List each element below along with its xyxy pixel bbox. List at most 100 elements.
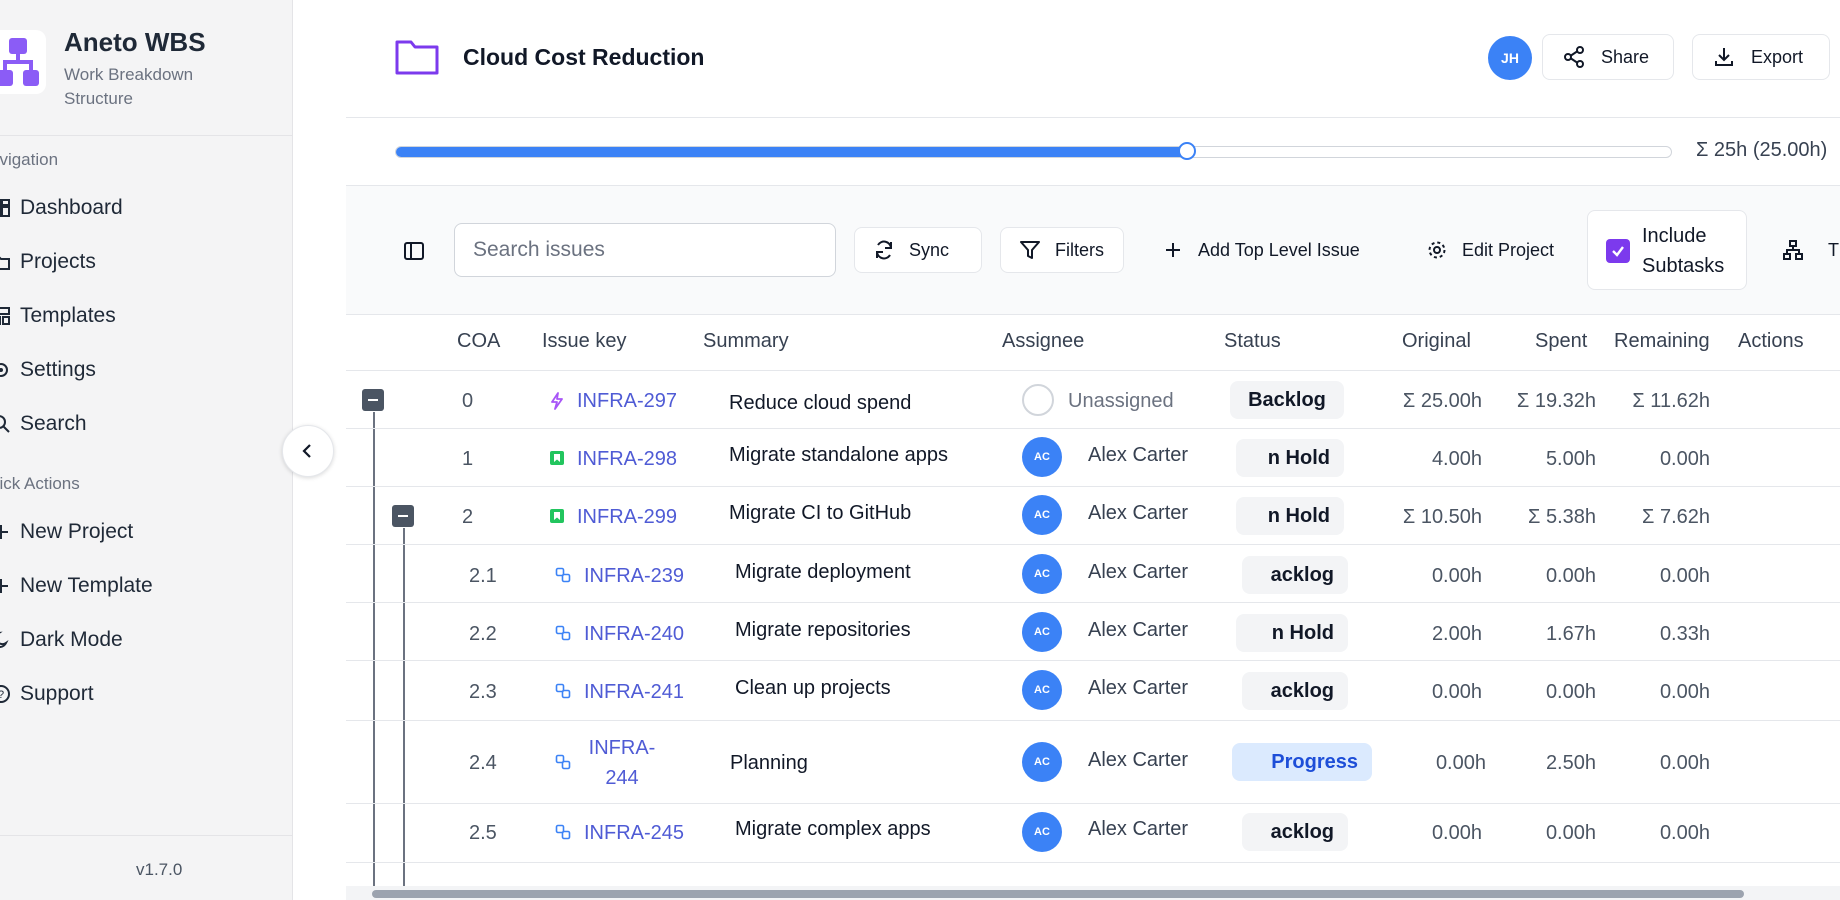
collapse-row-button[interactable] bbox=[392, 505, 414, 527]
status-badge[interactable]: Progress bbox=[1232, 743, 1372, 781]
sidebar-item-new-template[interactable]: New Template bbox=[0, 566, 153, 606]
row-coa: 2.5 bbox=[469, 822, 497, 844]
row-assignee: Alex Carter bbox=[1088, 561, 1189, 583]
table-row[interactable]: 2.3 INFRA-241 Clean up projects AC Alex … bbox=[346, 661, 1840, 721]
edit-project-button[interactable]: Edit Project bbox=[1426, 227, 1554, 273]
sidebar-item-new-project[interactable]: New Project bbox=[0, 512, 133, 552]
epic-icon bbox=[551, 392, 563, 410]
progress-handle[interactable] bbox=[1177, 142, 1196, 160]
search-input[interactable] bbox=[454, 223, 836, 277]
issue-key-link[interactable]: INFRA-298 bbox=[577, 448, 677, 471]
row-coa: 2.2 bbox=[469, 623, 497, 645]
include-subtasks-checkbox[interactable] bbox=[1606, 239, 1630, 263]
plus-icon bbox=[0, 575, 12, 597]
row-assignee: Alex Carter bbox=[1088, 502, 1189, 524]
sidebar-collapse-button[interactable] bbox=[282, 425, 334, 477]
gear-icon bbox=[1428, 241, 1446, 259]
table-row[interactable]: 2.2 INFRA-240 Migrate repositories AC Al… bbox=[346, 603, 1840, 661]
table-row[interactable]: 2.1 INFRA-239 Migrate deployment AC Alex… bbox=[346, 545, 1840, 603]
sidebar-item-label: New Template bbox=[20, 574, 153, 597]
sidebar-item-label: Support bbox=[20, 682, 94, 705]
tree-view-button[interactable]: T bbox=[1782, 227, 1839, 273]
horizontal-scrollbar[interactable] bbox=[346, 886, 1840, 900]
issue-key-link[interactable]: INFRA- 244 bbox=[582, 733, 662, 793]
status-badge[interactable]: n Hold bbox=[1236, 614, 1348, 652]
search-icon bbox=[0, 413, 12, 435]
issue-key-link[interactable]: INFRA-241 bbox=[584, 681, 684, 704]
column-remaining[interactable]: Remaining bbox=[1614, 330, 1710, 353]
table-row[interactable]: 2 INFRA-299 Migrate CI to GitHub AC Alex… bbox=[346, 487, 1840, 545]
include-subtasks-toggle[interactable]: Include Subtasks bbox=[1587, 210, 1747, 290]
row-original: Σ 10.50h bbox=[1402, 506, 1482, 528]
sidebar-item-projects[interactable]: Projects bbox=[0, 242, 96, 282]
column-coa[interactable]: COA bbox=[457, 330, 500, 353]
sidebar-item-label: Settings bbox=[20, 358, 96, 381]
row-coa: 0 bbox=[462, 390, 474, 412]
row-summary: Migrate repositories bbox=[735, 619, 911, 641]
share-label: Share bbox=[1601, 46, 1650, 67]
issue-key-link[interactable]: INFRA-239 bbox=[584, 565, 684, 588]
sidebar-item-templates[interactable]: Templates bbox=[0, 296, 116, 336]
sidebar-item-label: Templates bbox=[20, 304, 116, 327]
row-summary: Migrate CI to GitHub bbox=[729, 502, 912, 524]
table-row[interactable]: 0 INFRA-297 Reduce cloud spend Unassigne… bbox=[346, 371, 1840, 429]
sidebar-item-dashboard[interactable]: Dashboard bbox=[0, 188, 123, 228]
filters-button[interactable]: Filters bbox=[1000, 227, 1124, 273]
sidebar-toggle-icon[interactable] bbox=[403, 240, 425, 262]
row-coa: 2.4 bbox=[469, 752, 497, 774]
status-badge[interactable]: acklog bbox=[1242, 813, 1348, 851]
tree-view-label: T bbox=[1828, 239, 1839, 260]
row-assignee: Alex Carter bbox=[1088, 677, 1189, 699]
issue-key-line2: 244 bbox=[605, 767, 639, 789]
header-divider bbox=[346, 117, 1840, 118]
sidebar-divider bbox=[0, 135, 292, 136]
status-badge[interactable]: n Hold bbox=[1236, 497, 1344, 535]
table-row[interactable]: 2.4 INFRA- 244 Planning AC Alex Carter P… bbox=[346, 721, 1840, 804]
export-button[interactable]: Export bbox=[1692, 34, 1830, 80]
issue-key-link[interactable]: INFRA-240 bbox=[584, 623, 684, 646]
status-badge[interactable]: Backlog bbox=[1230, 381, 1344, 419]
share-icon bbox=[1564, 46, 1584, 68]
column-original[interactable]: Original bbox=[1402, 330, 1471, 353]
collapse-row-button[interactable] bbox=[362, 389, 384, 411]
row-original: 0.00h bbox=[1431, 822, 1482, 844]
row-summary: Migrate deployment bbox=[735, 561, 911, 583]
avatar: AC bbox=[1022, 812, 1062, 852]
table-row[interactable]: 1 INFRA-298 Migrate standalone apps AC A… bbox=[346, 429, 1840, 487]
plus-icon bbox=[0, 521, 12, 543]
sidebar-item-label: Dark Mode bbox=[20, 628, 123, 651]
avatar: AC bbox=[1022, 612, 1062, 652]
column-assignee[interactable]: Assignee bbox=[1002, 330, 1084, 353]
issue-key-link[interactable]: INFRA-299 bbox=[577, 506, 677, 529]
help-icon: ? bbox=[0, 683, 12, 705]
toolbar: Sync Filters Add Top Level Issue Edit Pr… bbox=[346, 186, 1840, 315]
issue-key-link[interactable]: INFRA-297 bbox=[577, 390, 677, 413]
subtask-icon bbox=[555, 625, 571, 641]
column-issue-key[interactable]: Issue key bbox=[542, 330, 626, 353]
progress-slider[interactable] bbox=[395, 142, 1672, 160]
issue-key-link[interactable]: INFRA-245 bbox=[584, 822, 684, 845]
status-badge[interactable]: n Hold bbox=[1236, 439, 1344, 477]
column-summary[interactable]: Summary bbox=[703, 330, 789, 353]
add-top-level-issue-button[interactable]: Add Top Level Issue bbox=[1162, 227, 1360, 273]
column-spent[interactable]: Spent bbox=[1535, 330, 1587, 353]
scrollbar-thumb[interactable] bbox=[372, 890, 1744, 898]
avatar[interactable]: JH bbox=[1488, 36, 1532, 80]
sidebar-item-support[interactable]: ? Support bbox=[0, 674, 94, 714]
sidebar-item-dark-mode[interactable]: Dark Mode bbox=[0, 620, 123, 660]
story-icon bbox=[550, 451, 564, 465]
share-button[interactable]: Share bbox=[1542, 34, 1674, 80]
column-status[interactable]: Status bbox=[1224, 330, 1281, 353]
status-badge[interactable]: acklog bbox=[1242, 672, 1348, 710]
project-title: Cloud Cost Reduction bbox=[463, 44, 705, 70]
refresh-icon bbox=[876, 240, 892, 260]
dashboard-icon bbox=[0, 197, 12, 219]
sidebar-item-settings[interactable]: Settings bbox=[0, 350, 96, 390]
sync-button[interactable]: Sync bbox=[854, 227, 982, 273]
table-row[interactable]: 2.5 INFRA-245 Migrate complex apps AC Al… bbox=[346, 804, 1840, 863]
status-badge[interactable]: acklog bbox=[1242, 556, 1348, 594]
sidebar-item-search[interactable]: Search bbox=[0, 404, 87, 444]
row-assignee: Alex Carter bbox=[1088, 444, 1189, 466]
row-summary: Clean up projects bbox=[735, 677, 891, 699]
row-coa: 2.3 bbox=[469, 681, 497, 703]
